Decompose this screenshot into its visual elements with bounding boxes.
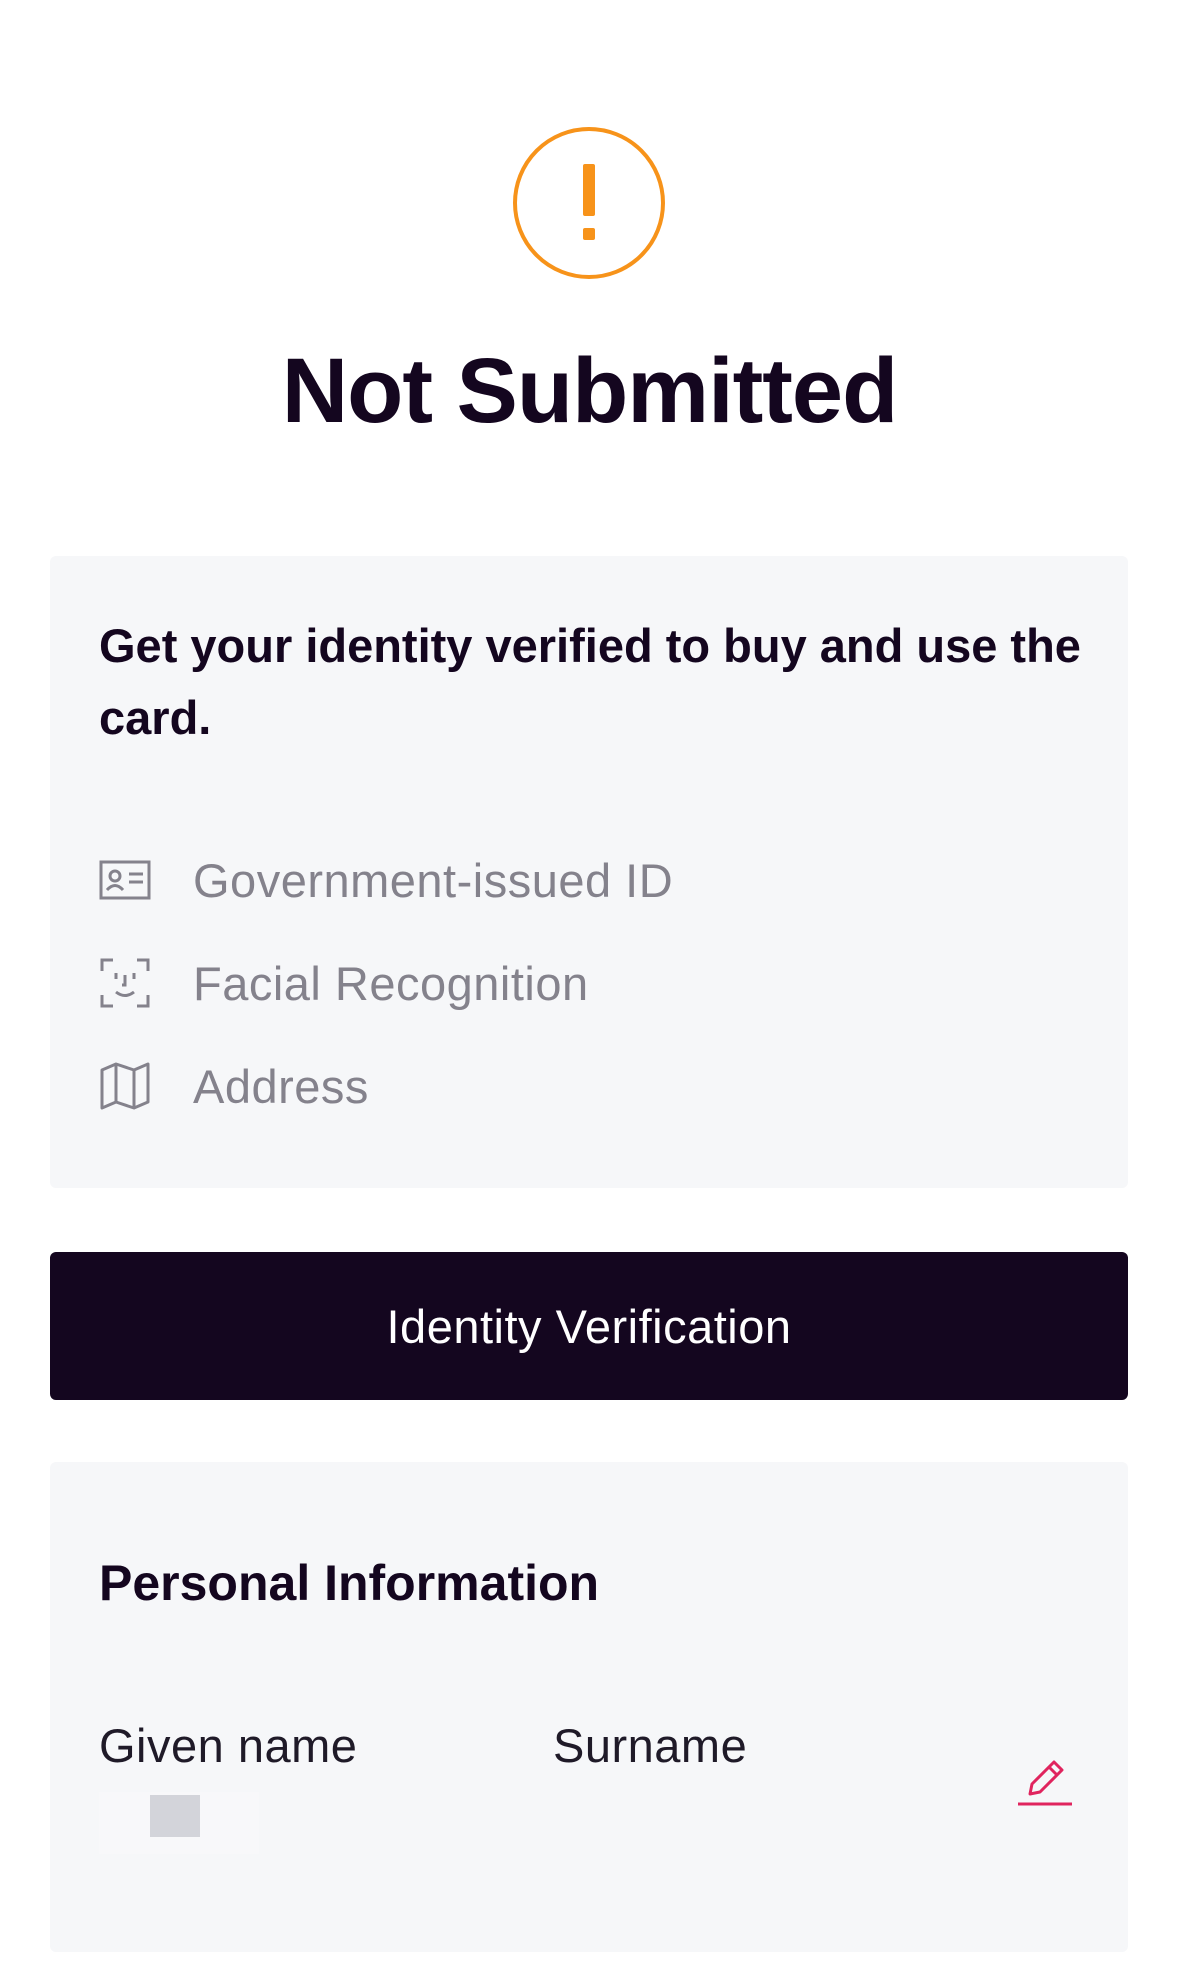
map-icon <box>100 1062 150 1110</box>
personal-info-heading: Personal Information <box>99 1555 600 1611</box>
given-name-redacted <box>150 1795 200 1837</box>
status-title: Not Submitted <box>281 340 899 442</box>
identity-verification-button[interactable]: Identity Verification <box>50 1252 1128 1400</box>
personal-information-card: Personal Information Given name Surname <box>50 1462 1128 1952</box>
info-heading: Get your identity verified to buy and us… <box>99 619 1081 744</box>
requirement-label: Address <box>193 1059 369 1113</box>
exclamation-circle-icon <box>513 127 665 279</box>
requirement-label: Facial Recognition <box>193 956 589 1010</box>
face-scan-icon <box>100 958 150 1008</box>
verification-info-card: Get your identity verified to buy and us… <box>50 556 1128 1188</box>
requirement-facial-recognition: Facial Recognition <box>99 953 589 1013</box>
requirement-government-id: Government-issued ID <box>99 850 673 910</box>
requirement-label: Government-issued ID <box>193 853 674 907</box>
pencil-icon[interactable] <box>1012 1750 1076 1814</box>
id-card-icon <box>99 860 151 900</box>
requirement-address: Address <box>99 1056 369 1116</box>
surname-label: Surname <box>553 1719 748 1772</box>
given-name-label: Given name <box>99 1719 358 1772</box>
